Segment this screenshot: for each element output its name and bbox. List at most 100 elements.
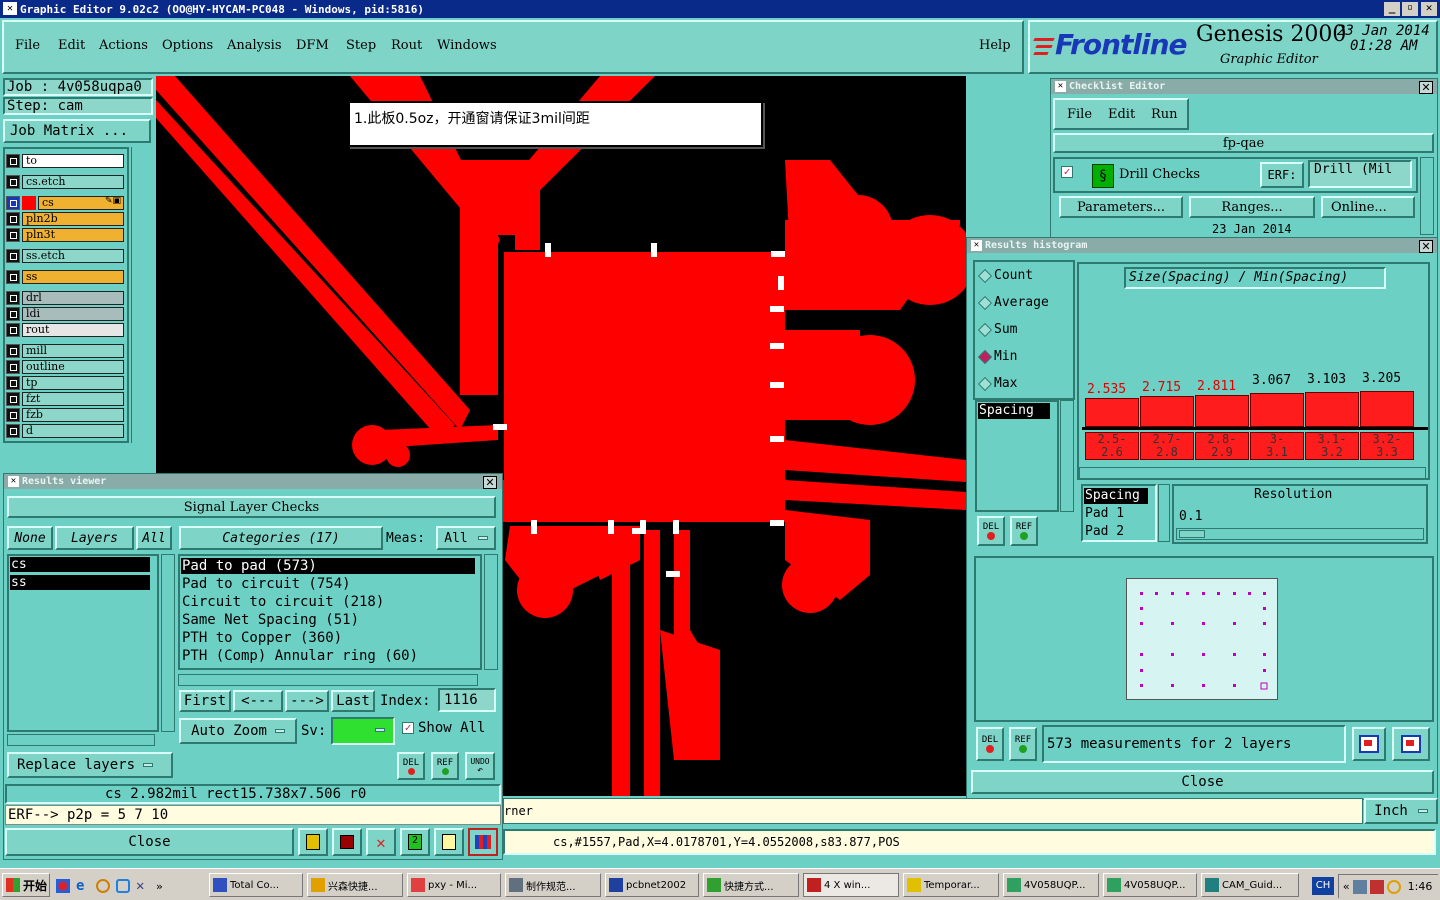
layer-row-tp[interactable]: tp: [6, 376, 124, 390]
task-button[interactable]: CAM_Guid...: [1201, 873, 1299, 897]
mode-sum[interactable]: Sum: [977, 322, 1017, 337]
layer-row-outline[interactable]: outline: [6, 360, 124, 374]
first-button[interactable]: First: [179, 690, 231, 712]
layer-row-rout[interactable]: rout: [6, 323, 124, 337]
show-all-checkbox[interactable]: ✓: [402, 722, 414, 734]
menu-actions[interactable]: Actions: [99, 38, 148, 53]
layer-checkbox[interactable]: [6, 376, 20, 390]
layer-row-fzt[interactable]: fzt: [6, 392, 124, 406]
layer-checkbox[interactable]: [6, 228, 20, 242]
layer-name[interactable]: pln2b: [22, 212, 124, 226]
layer-checkbox[interactable]: [6, 154, 20, 168]
task-button[interactable]: 4V058UQP...: [1003, 873, 1099, 897]
measure-scrollbar[interactable]: [1060, 400, 1074, 512]
layer-row-ss[interactable]: ss: [6, 270, 124, 284]
checklist-close-icon[interactable]: ✕: [1419, 81, 1433, 94]
results-del-button[interactable]: DEL: [397, 752, 425, 780]
layer-checkbox[interactable]: [6, 291, 20, 305]
next-button[interactable]: --->: [285, 690, 329, 712]
layer-name[interactable]: fzt: [22, 392, 124, 406]
layer-checkbox[interactable]: [6, 175, 20, 189]
layer-row-mill[interactable]: mill: [6, 344, 124, 358]
layer-name[interactable]: outline: [22, 360, 124, 374]
results-viewer-titlebar[interactable]: ✕ Results viewer: [4, 474, 502, 489]
online-button[interactable]: Online...: [1321, 196, 1415, 218]
layers-tab[interactable]: Layers: [55, 526, 134, 550]
more-chevron-icon[interactable]: »: [156, 880, 163, 893]
checklist-menu-edit[interactable]: Edit: [1108, 107, 1135, 122]
layer-name[interactable]: ldi: [22, 307, 124, 321]
ie-icon[interactable]: e: [76, 879, 90, 893]
layer-row-fzb[interactable]: fzb: [6, 408, 124, 422]
layer-name[interactable]: rout: [22, 323, 124, 337]
layer-row-to[interactable]: to: [6, 154, 124, 168]
histogram-bar[interactable]: [1360, 391, 1414, 427]
menu-file[interactable]: File: [15, 38, 40, 53]
layer-name[interactable]: d: [22, 424, 124, 438]
layer-result-ss[interactable]: ss: [10, 575, 150, 590]
layer-checkbox[interactable]: [6, 424, 20, 438]
task-button[interactable]: pxy - Mi...: [407, 873, 501, 897]
layer-checkbox[interactable]: [6, 307, 20, 321]
task-button[interactable]: Temporar...: [903, 873, 999, 897]
task-button[interactable]: 兴森快捷...: [307, 873, 403, 897]
task-button[interactable]: Total Co...: [209, 873, 303, 897]
results-undo-button[interactable]: UNDO ↶: [465, 752, 495, 780]
slider-thumb[interactable]: [1179, 530, 1205, 538]
hist-ref-button-top[interactable]: REF: [1010, 516, 1038, 546]
hist-ref-button[interactable]: REF: [1009, 727, 1037, 761]
task-button[interactable]: 快捷方式...: [703, 873, 799, 897]
x-app-icon[interactable]: ✕: [136, 879, 150, 893]
layer-name[interactable]: ss.etch: [22, 249, 124, 263]
erf-command-line[interactable]: ERF--> p2p = 5 7 10: [5, 805, 501, 825]
field-pad2[interactable]: Pad 2: [1085, 524, 1124, 539]
menu-windows[interactable]: Windows: [437, 38, 497, 53]
categories-hscroll[interactable]: [178, 674, 478, 686]
layer-checkbox[interactable]: [6, 392, 20, 406]
volume-icon[interactable]: [1369, 879, 1384, 894]
window-titlebar[interactable]: ✕ Graphic Editor 9.02c2 (OO@HY-HYCAM-PC0…: [0, 0, 1440, 18]
last-button[interactable]: Last: [331, 690, 375, 712]
layer-checkbox[interactable]: [6, 323, 20, 337]
layer-row-cs-etch[interactable]: cs.etch: [6, 175, 124, 189]
results-close-button[interactable]: Close: [5, 828, 294, 856]
replace-layers-dropdown[interactable]: Replace layers: [7, 752, 173, 778]
histogram-titlebar[interactable]: ✕ Results histogram: [967, 238, 1437, 253]
erf-value[interactable]: Drill (Mil: [1308, 160, 1412, 188]
layer-checkbox[interactable]: [6, 344, 20, 358]
categories-tab[interactable]: Categories (17): [179, 526, 383, 550]
category-item[interactable]: PTH (Comp) Annular ring (60): [181, 648, 475, 664]
layer-name[interactable]: cs.etch: [22, 175, 124, 189]
histogram-bar[interactable]: [1305, 392, 1359, 427]
sv-color-dropdown[interactable]: [331, 717, 395, 745]
hist-del-button[interactable]: DEL: [976, 727, 1004, 761]
meas-dropdown[interactable]: All: [436, 526, 496, 550]
layer-row-cs[interactable]: cs ✎▣: [6, 196, 124, 210]
layer-row-pln3t[interactable]: pln3t: [6, 228, 124, 242]
histogram-close-button[interactable]: Close: [971, 770, 1434, 794]
layer-name[interactable]: drl: [22, 291, 124, 305]
menu-dfm[interactable]: DFM: [296, 38, 329, 53]
start-button[interactable]: 开始: [2, 873, 50, 897]
category-item[interactable]: PTH to Copper (360): [181, 630, 475, 646]
layer-result-cs[interactable]: cs: [10, 557, 150, 572]
task-button[interactable]: 制作规范...: [505, 873, 601, 897]
tray-arrow-icon[interactable]: «: [1343, 880, 1350, 893]
task-button[interactable]: 4V058UQP...: [1103, 873, 1197, 897]
results-ref-button[interactable]: REF: [431, 752, 459, 780]
results-close-icon[interactable]: ✕: [483, 476, 497, 489]
units-dropdown[interactable]: Inch: [1364, 798, 1438, 824]
layer-checkbox[interactable]: [6, 212, 20, 226]
hist-del-button-top[interactable]: DEL: [977, 516, 1005, 546]
none-button[interactable]: None: [7, 526, 53, 550]
toolbar-record-icon[interactable]: [332, 828, 362, 856]
layer-checkbox[interactable]: [6, 249, 20, 263]
parameters-button[interactable]: Parameters...: [1059, 196, 1183, 218]
layer-name[interactable]: tp: [22, 376, 124, 390]
auto-zoom-dropdown[interactable]: Auto Zoom: [179, 718, 297, 744]
toolbar-numbered-icon[interactable]: 2: [400, 828, 430, 856]
field-scrollbar[interactable]: [1158, 484, 1170, 542]
category-item[interactable]: Circuit to circuit (218): [181, 594, 475, 610]
histogram-bar[interactable]: [1140, 396, 1194, 427]
field-pad1[interactable]: Pad 1: [1085, 506, 1124, 521]
